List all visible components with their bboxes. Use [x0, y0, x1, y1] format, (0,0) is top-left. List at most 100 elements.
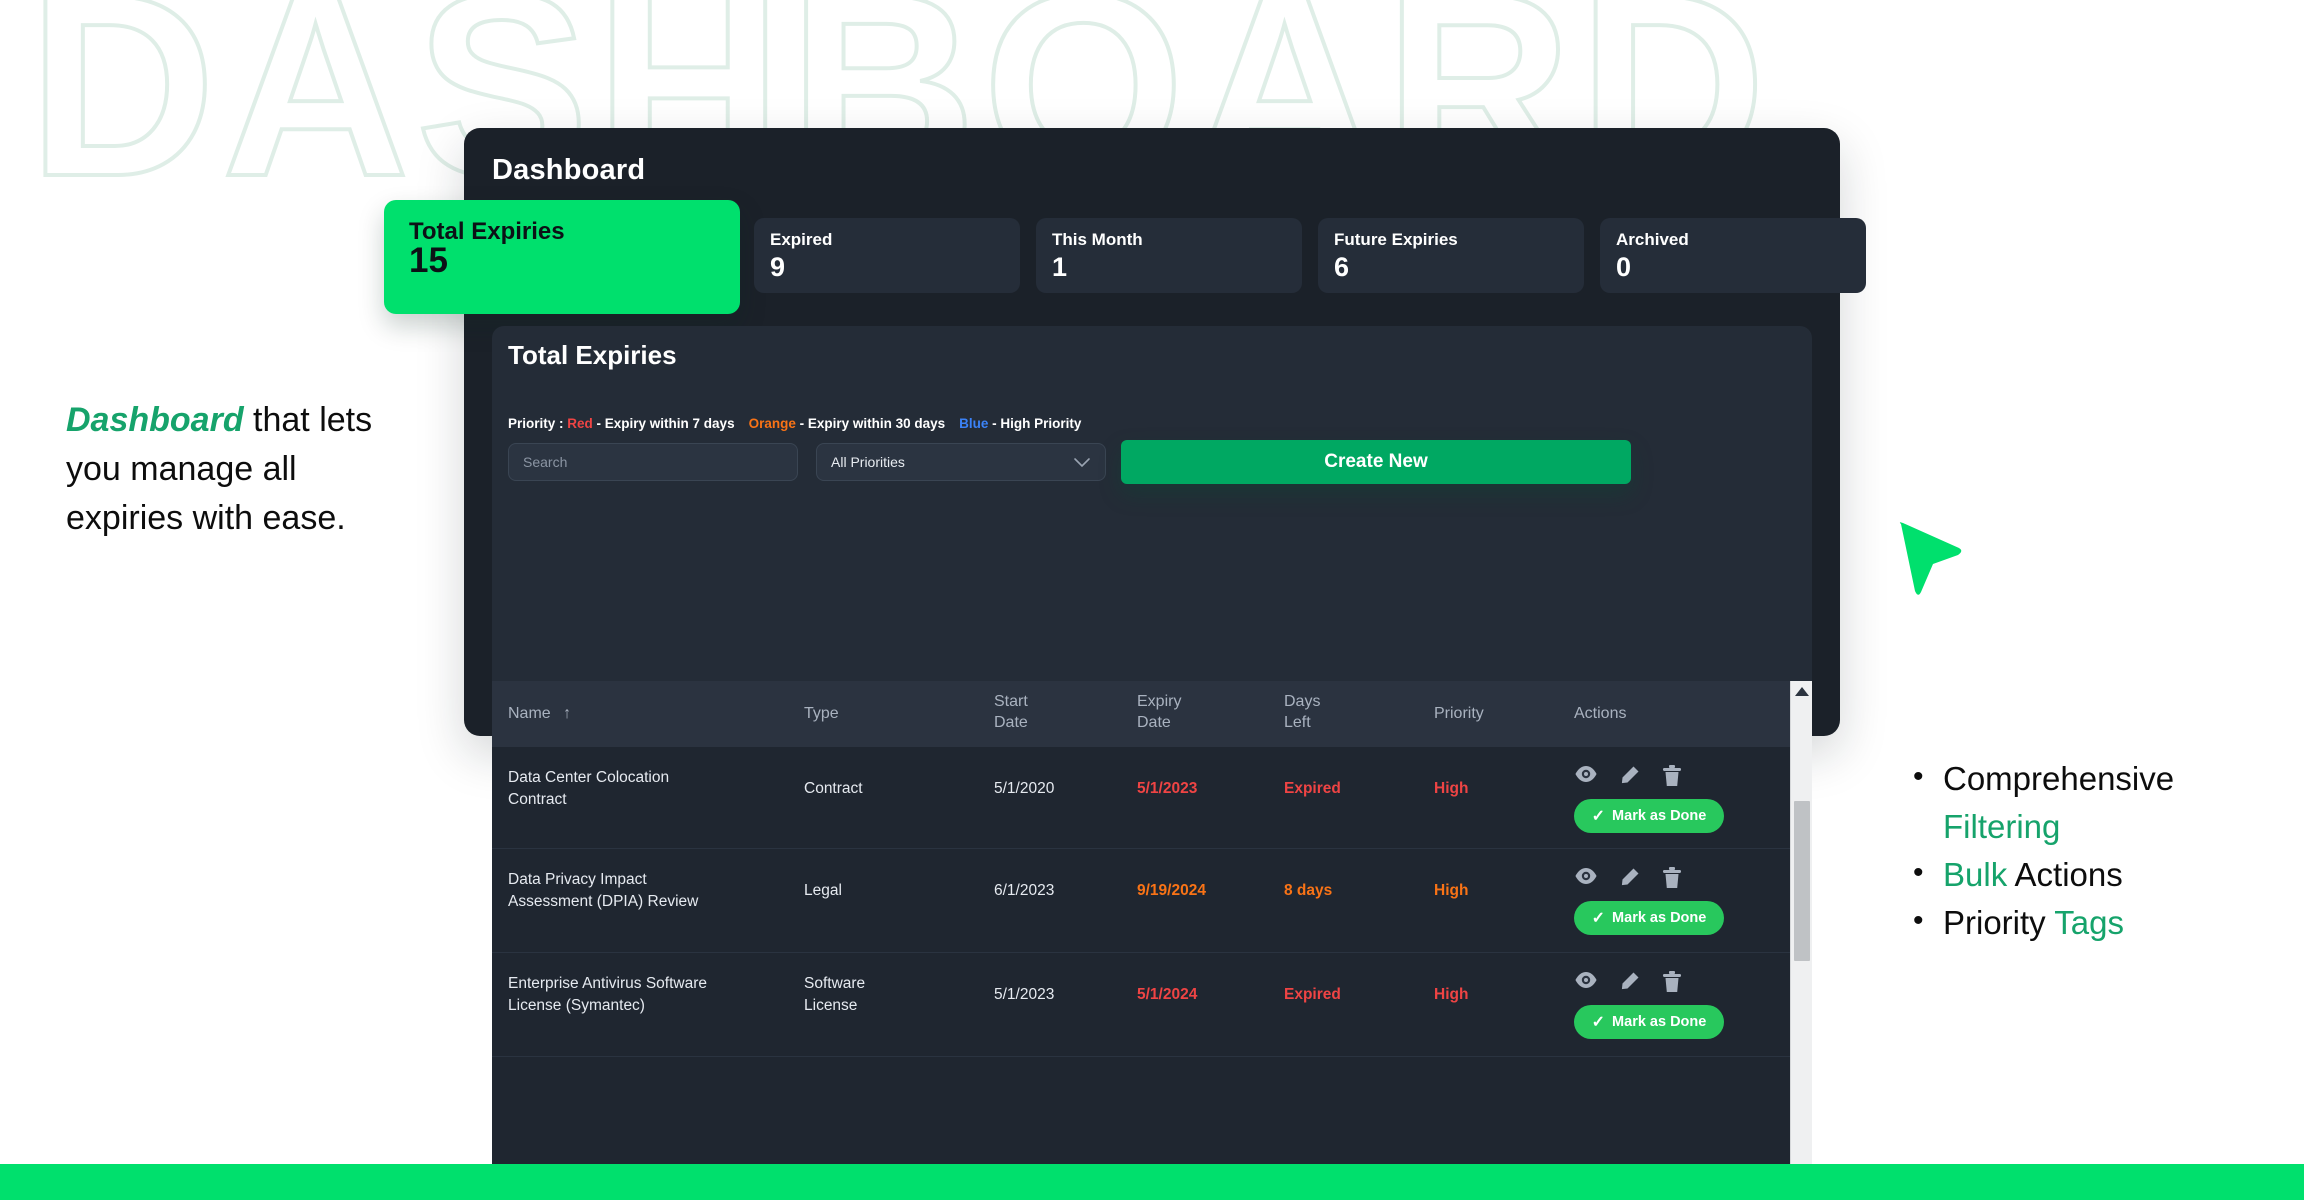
cell-type: Contract: [804, 780, 863, 797]
column-header-name[interactable]: Name ↑: [508, 703, 571, 724]
create-new-label: Create New: [1324, 451, 1428, 472]
left-caption-highlight: Dashboard: [66, 401, 244, 439]
stat-value: 9: [770, 252, 786, 282]
stat-card-future-expiries[interactable]: Future Expiries 6: [1318, 218, 1584, 293]
row-actions: [1574, 971, 1684, 993]
view-eye-icon[interactable]: [1574, 867, 1597, 889]
priority-filter-value: All Priorities: [831, 454, 905, 470]
delete-trash-icon[interactable]: [1662, 765, 1684, 787]
column-header-type[interactable]: Type: [804, 703, 839, 724]
stat-value: 15: [409, 241, 448, 280]
cell-days-left: Expired: [1284, 780, 1341, 797]
mark-as-done-button[interactable]: ✓ Mark as Done: [1574, 901, 1724, 935]
stat-label: This Month: [1052, 230, 1143, 249]
row-actions: [1574, 867, 1684, 889]
stat-label: Total Expiries: [409, 218, 565, 245]
view-eye-icon[interactable]: [1574, 765, 1597, 787]
stat-card-total-expiries[interactable]: Total Expiries 15: [384, 200, 740, 314]
cell-type: Software License: [804, 973, 924, 1017]
stat-cards-row: Total Expiries 15 Expired 9 This Month 1…: [384, 200, 1866, 318]
create-new-button[interactable]: Create New: [1121, 440, 1631, 484]
app-window: Dashboard Total Expiries 15 Expired 9 Th…: [384, 128, 1866, 1194]
cell-name: Data Center Colocation Contract: [508, 767, 788, 811]
table-row[interactable]: Data Privacy Impact Assessment (DPIA) Re…: [492, 849, 1812, 953]
edit-pencil-icon[interactable]: [1618, 867, 1640, 889]
stat-card-archived[interactable]: Archived 0: [1600, 218, 1866, 293]
page-root: DASHBOARD Dashboard Total Expiries 15 Ex…: [0, 0, 2304, 1200]
list-item-plain1: Comprehensive: [1943, 760, 2175, 797]
priority-legend: Priority : Red - Expiry within 7 days Ora…: [508, 416, 1081, 431]
legend-blue-label: Blue: [959, 416, 989, 431]
list-item-plain2: Actions: [2007, 856, 2123, 893]
feature-list: Comprehensive Filtering Bulk Actions Pri…: [1905, 753, 2285, 947]
mark-as-done-button[interactable]: ✓ Mark as Done: [1574, 799, 1724, 833]
view-eye-icon[interactable]: [1574, 971, 1597, 993]
column-header-start-date[interactable]: Start Date: [994, 691, 1084, 733]
column-label-line1: Days: [1284, 693, 1321, 710]
cell-expiry-date: 9/19/2024: [1137, 882, 1206, 899]
column-label-line1: Expiry: [1137, 693, 1182, 710]
cell-expiry-date: 5/1/2023: [1137, 780, 1198, 797]
list-item: Priority Tags: [1905, 897, 2285, 947]
cell-name: Data Privacy Impact Assessment (DPIA) Re…: [508, 869, 788, 913]
cell-name-line1: Data Privacy Impact: [508, 871, 647, 888]
cell-expiry-date: 5/1/2024: [1137, 986, 1198, 1003]
stat-card-this-month[interactable]: This Month 1: [1036, 218, 1302, 293]
sort-asc-icon[interactable]: ↑: [563, 705, 571, 722]
scroll-up-arrow-icon[interactable]: [1794, 687, 1809, 696]
column-header-days-left[interactable]: Days Left: [1284, 691, 1374, 733]
row-actions: [1574, 765, 1684, 787]
table-row[interactable]: Data Center Colocation Contract Contract…: [492, 747, 1812, 849]
cell-start-date: 6/1/2023: [994, 882, 1055, 899]
list-item-plain1: Priority: [1943, 904, 2055, 941]
legend-orange-text: - Expiry within 30 days: [795, 416, 946, 431]
priority-filter-select[interactable]: All Priorities: [816, 443, 1106, 481]
mark-as-done-label: Mark as Done: [1612, 1014, 1707, 1030]
mark-as-done-label: Mark as Done: [1612, 910, 1707, 926]
stat-label: Future Expiries: [1334, 230, 1458, 249]
cell-start-date: 5/1/2023: [994, 986, 1055, 1003]
cell-type-line1: Software: [804, 975, 866, 992]
check-icon: ✓: [1591, 1014, 1606, 1031]
mark-as-done-button[interactable]: ✓ Mark as Done: [1574, 1005, 1724, 1039]
table-row[interactable]: Enterprise Antivirus Software License (S…: [492, 953, 1812, 1057]
cell-name-line2: License (Symantec): [508, 997, 645, 1014]
edit-pencil-icon[interactable]: [1618, 971, 1640, 993]
legend-orange-label: Orange: [748, 416, 796, 431]
list-item-green: Bulk: [1943, 856, 2008, 893]
panel-title: Total Expiries: [508, 340, 677, 370]
search-input[interactable]: [508, 443, 798, 481]
cell-name: Enterprise Antivirus Software License (S…: [508, 973, 798, 1017]
bottom-accent-bar: [0, 1164, 2304, 1200]
list-item: Bulk Actions: [1905, 849, 2285, 899]
stat-label: Expired: [770, 230, 833, 249]
cell-days-left: 8 days: [1284, 882, 1333, 899]
delete-trash-icon[interactable]: [1662, 867, 1684, 889]
cell-priority: High: [1434, 986, 1469, 1003]
cell-start-date: 5/1/2020: [994, 780, 1055, 797]
cell-days-left: Expired: [1284, 986, 1341, 1003]
table-header-row: Name ↑ Type Start Date Expiry Date Days …: [492, 681, 1812, 747]
legend-red-label: Red: [567, 416, 593, 431]
delete-trash-icon[interactable]: [1662, 971, 1684, 993]
legend-red-text: - Expiry within 7 days: [592, 416, 735, 431]
cell-priority: High: [1434, 780, 1469, 797]
page-title: Dashboard: [492, 154, 646, 186]
column-label-line2: Date: [1137, 714, 1171, 731]
column-header-expiry-date[interactable]: Expiry Date: [1137, 691, 1227, 733]
table-scrollbar[interactable]: [1790, 681, 1812, 1194]
stat-value: 6: [1334, 252, 1350, 282]
list-item-green: Tags: [2054, 904, 2124, 941]
stat-value: 1: [1052, 252, 1068, 282]
mark-as-done-label: Mark as Done: [1612, 808, 1707, 824]
list-item: Comprehensive Filtering: [1905, 753, 2285, 851]
column-header-priority[interactable]: Priority: [1434, 703, 1484, 724]
stat-card-expired[interactable]: Expired 9: [754, 218, 1020, 293]
cell-priority: High: [1434, 882, 1469, 899]
column-label-line1: Start: [994, 693, 1028, 710]
edit-pencil-icon[interactable]: [1618, 765, 1640, 787]
column-label-line2: Date: [994, 714, 1028, 731]
cell-type: Legal: [804, 882, 842, 899]
scrollbar-thumb[interactable]: [1794, 801, 1810, 961]
expiries-panel: Total Expiries Priority : Red - Expiry w…: [492, 326, 1812, 711]
